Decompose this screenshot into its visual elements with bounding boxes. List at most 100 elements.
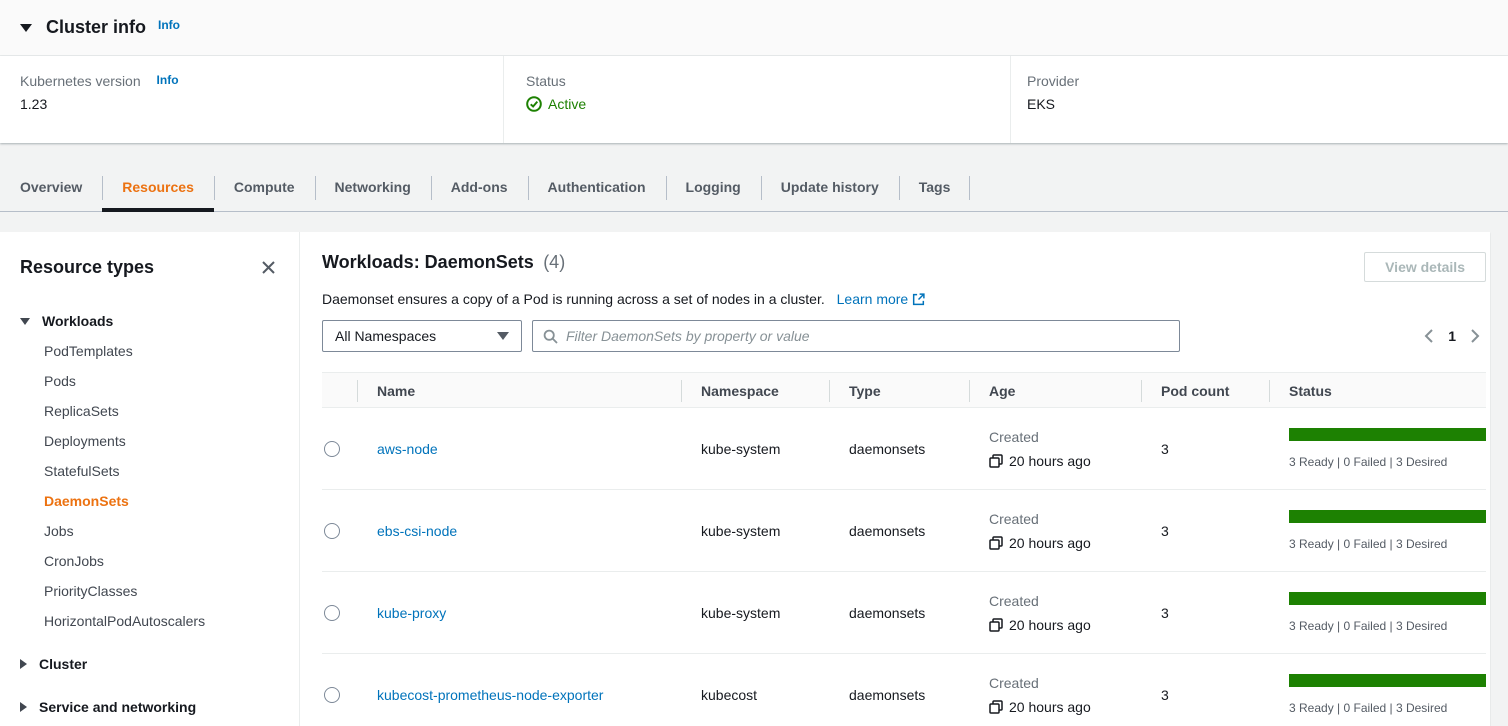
age-created-label: Created [989, 511, 1141, 527]
info-link[interactable]: Info [158, 18, 180, 32]
sidebar-item-deployments[interactable]: Deployments [44, 426, 279, 456]
sidebar-item-pods[interactable]: Pods [44, 366, 279, 396]
cell-age: Created 20 hours ago [969, 429, 1141, 469]
table-row[interactable]: kubecost-prometheus-node-exporter kubeco… [322, 654, 1486, 726]
chevron-left-icon[interactable] [1424, 328, 1434, 344]
age-value: 20 hours ago [1009, 535, 1091, 551]
view-details-button[interactable]: View details [1364, 252, 1486, 282]
age-created-label: Created [989, 429, 1141, 445]
sidebar-item-daemonsets[interactable]: DaemonSets [44, 486, 279, 516]
sidebar-item-jobs[interactable]: Jobs [44, 516, 279, 546]
daemonset-name-link[interactable]: kube-proxy [377, 605, 446, 621]
check-circle-icon [526, 96, 542, 112]
status-text: 3 Ready | 0 Failed | 3 Desired [1289, 537, 1486, 551]
resource-types-sidebar: Resource types Workloads PodTemplates Po… [0, 232, 300, 726]
caret-right-icon [20, 702, 27, 712]
sidebar-title: Resource types [20, 257, 154, 278]
sidebar-item-statefulsets[interactable]: StatefulSets [44, 456, 279, 486]
tab-networking[interactable]: Networking [315, 165, 431, 211]
row-radio[interactable] [324, 687, 340, 703]
cluster-info-header: Cluster info Info [0, 0, 1508, 56]
sidebar-item-replicasets[interactable]: ReplicaSets [44, 396, 279, 426]
kubernetes-version-value: 1.23 [20, 96, 503, 112]
row-radio[interactable] [324, 523, 340, 539]
cell-namespace: kube-system [681, 523, 829, 539]
row-radio[interactable] [324, 605, 340, 621]
table-row[interactable]: aws-node kube-system daemonsets Created … [322, 408, 1486, 490]
daemonset-name-link[interactable]: kubecost-prometheus-node-exporter [377, 687, 603, 703]
copy-icon[interactable] [989, 700, 1003, 714]
copy-icon[interactable] [989, 536, 1003, 550]
cell-status: 3 Ready | 0 Failed | 3 Desired [1269, 674, 1486, 715]
chevron-right-icon[interactable] [1470, 328, 1480, 344]
cell-type: daemonsets [829, 605, 969, 621]
cell-pod-count: 3 [1141, 687, 1269, 703]
sidebar-group-service-and-networking[interactable]: Service and networking [20, 692, 279, 722]
cell-type: daemonsets [829, 523, 969, 539]
tab-overview[interactable]: Overview [0, 165, 102, 211]
search-input[interactable] [566, 328, 1169, 344]
sidebar-item-cronjobs[interactable]: CronJobs [44, 546, 279, 576]
status-text: 3 Ready | 0 Failed | 3 Desired [1289, 619, 1486, 633]
table-row[interactable]: ebs-csi-node kube-system daemonsets Crea… [322, 490, 1486, 572]
collapse-caret-icon[interactable] [20, 24, 32, 32]
table-header: Name Namespace Type Age Pod count Status [322, 372, 1486, 408]
learn-more-label: Learn more [837, 291, 909, 307]
tab-resources[interactable]: Resources [102, 165, 214, 211]
sidebar-group-cluster[interactable]: Cluster [20, 649, 279, 679]
cell-namespace: kube-system [681, 441, 829, 457]
daemonsets-main: Workloads: DaemonSets (4) View details D… [300, 232, 1490, 726]
status-text: 3 Ready | 0 Failed | 3 Desired [1289, 701, 1486, 715]
sidebar-item-podtemplates[interactable]: PodTemplates [44, 336, 279, 366]
daemonsets-count: (4) [543, 252, 565, 272]
cell-age: Created 20 hours ago [969, 511, 1141, 551]
page-number[interactable]: 1 [1448, 328, 1456, 344]
copy-icon[interactable] [989, 454, 1003, 468]
cell-namespace: kube-system [681, 605, 829, 621]
info-link[interactable]: Info [157, 73, 179, 87]
tab-update-history[interactable]: Update history [761, 165, 899, 211]
sidebar-group-workloads[interactable]: Workloads [20, 306, 279, 336]
tab-compute[interactable]: Compute [214, 165, 315, 211]
close-icon[interactable] [257, 256, 279, 278]
cell-pod-count: 3 [1141, 441, 1269, 457]
column-status[interactable]: Status [1269, 373, 1486, 409]
cell-pod-count: 3 [1141, 523, 1269, 539]
sidebar-item-priorityclasses[interactable]: PriorityClasses [44, 576, 279, 606]
pagination: 1 [1424, 328, 1486, 344]
sidebar-item-horizontalpodautoscalers[interactable]: HorizontalPodAutoscalers [44, 606, 279, 636]
field-label: Kubernetes version Info [20, 73, 503, 89]
column-age[interactable]: Age [969, 373, 1141, 409]
cell-status: 3 Ready | 0 Failed | 3 Desired [1269, 592, 1486, 633]
eks-cluster-page: Cluster info Info Kubernetes version Inf… [0, 0, 1508, 726]
status-value: Active [548, 96, 586, 112]
daemonsets-description: Daemonset ensures a copy of a Pod is run… [322, 291, 1486, 307]
cell-namespace: kubecost [681, 687, 829, 703]
namespace-select[interactable]: All Namespaces [322, 320, 522, 352]
tab-authentication[interactable]: Authentication [528, 165, 666, 211]
status-bar [1289, 428, 1486, 441]
row-radio[interactable] [324, 441, 340, 457]
daemonset-name-link[interactable]: ebs-csi-node [377, 523, 457, 539]
learn-more-link[interactable]: Learn more [837, 291, 926, 307]
tab-logging[interactable]: Logging [666, 165, 761, 211]
filter-search [532, 320, 1180, 352]
column-type[interactable]: Type [829, 373, 969, 409]
cell-status: 3 Ready | 0 Failed | 3 Desired [1269, 510, 1486, 551]
daemonsets-table: Name Namespace Type Age Pod count Status… [322, 372, 1486, 726]
status-text: 3 Ready | 0 Failed | 3 Desired [1289, 455, 1486, 469]
provider-value: EKS [1027, 96, 1508, 112]
copy-icon[interactable] [989, 618, 1003, 632]
tab-tags[interactable]: Tags [899, 165, 971, 211]
tab-resources-label: Resources [122, 179, 194, 195]
status-field: Status Active [503, 56, 1010, 143]
column-name[interactable]: Name [357, 373, 681, 409]
cell-status: 3 Ready | 0 Failed | 3 Desired [1269, 428, 1486, 469]
tab-add-ons[interactable]: Add-ons [431, 165, 528, 211]
column-namespace[interactable]: Namespace [681, 373, 829, 409]
table-row[interactable]: kube-proxy kube-system daemonsets Create… [322, 572, 1486, 654]
daemonset-name-link[interactable]: aws-node [377, 441, 438, 457]
kubernetes-version-label: Kubernetes version [20, 73, 141, 89]
column-pod-count[interactable]: Pod count [1141, 373, 1269, 409]
cluster-info-card: Kubernetes version Info 1.23 Status Acti… [0, 56, 1508, 143]
